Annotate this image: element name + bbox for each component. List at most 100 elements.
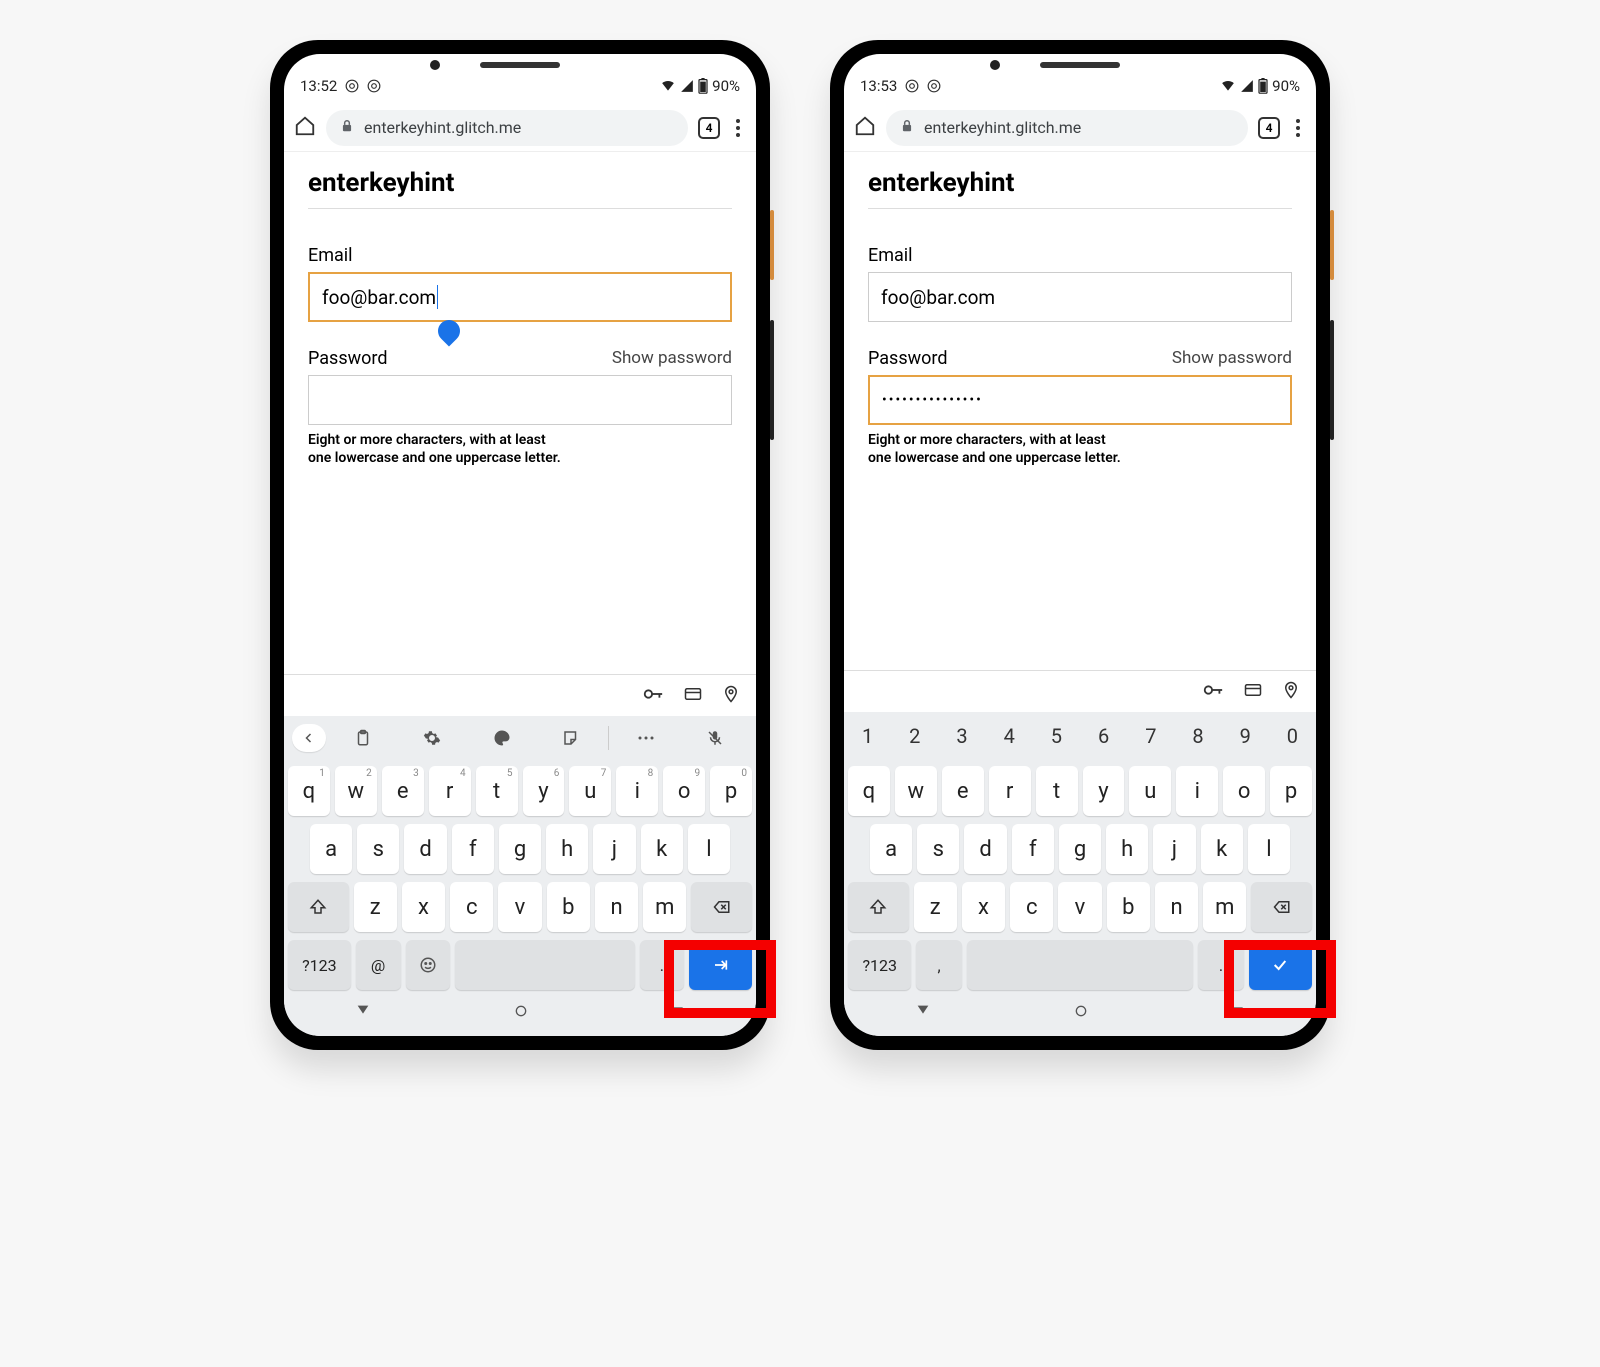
key-u[interactable]: u [1129, 766, 1171, 816]
key-z[interactable]: z [914, 882, 957, 932]
key-y[interactable]: y6 [523, 766, 565, 816]
mic-off-icon[interactable] [683, 729, 749, 747]
key-5[interactable]: 5 [1033, 712, 1080, 760]
key-s[interactable]: s [357, 824, 399, 874]
key-k[interactable]: k [641, 824, 683, 874]
key-d[interactable]: d [964, 824, 1006, 874]
email-field[interactable]: foo@bar.com [308, 272, 732, 322]
credit-card-icon[interactable] [1242, 681, 1264, 703]
key-j[interactable]: j [593, 824, 635, 874]
key-shift[interactable] [288, 882, 349, 932]
key-c[interactable]: c [1010, 882, 1053, 932]
key-period[interactable]: . [640, 940, 685, 990]
key-g[interactable]: g [1059, 824, 1101, 874]
key-m[interactable]: m [643, 882, 686, 932]
nav-back-icon[interactable] [915, 1003, 931, 1023]
key-backspace[interactable] [691, 882, 752, 932]
key-z[interactable]: z [354, 882, 397, 932]
key-w[interactable]: w2 [335, 766, 377, 816]
key-space[interactable] [967, 940, 1194, 990]
key-t[interactable]: t5 [476, 766, 518, 816]
credit-card-icon[interactable] [682, 685, 704, 707]
key-comma[interactable]: , [916, 940, 961, 990]
key-q[interactable]: q1 [288, 766, 330, 816]
location-icon[interactable] [722, 683, 740, 709]
toolbar-back-icon[interactable] [292, 724, 326, 752]
key-p[interactable]: p [1270, 766, 1312, 816]
nav-home-icon[interactable] [1073, 1003, 1089, 1023]
key-8[interactable]: 8 [1174, 712, 1221, 760]
key-6[interactable]: 6 [1080, 712, 1127, 760]
key-1[interactable]: 1 [844, 712, 891, 760]
key-e[interactable]: e [942, 766, 984, 816]
key-c[interactable]: c [450, 882, 493, 932]
key-u[interactable]: u7 [569, 766, 611, 816]
key-m[interactable]: m [1203, 882, 1246, 932]
location-icon[interactable] [1282, 679, 1300, 705]
gear-icon[interactable] [400, 729, 466, 747]
key-enter-done[interactable] [1249, 940, 1312, 990]
nav-home-icon[interactable] [513, 1003, 529, 1023]
key-b[interactable]: b [1107, 882, 1150, 932]
key-n[interactable]: n [595, 882, 638, 932]
key-q[interactable]: q [848, 766, 890, 816]
key-a[interactable]: a [870, 824, 912, 874]
key-e[interactable]: e3 [382, 766, 424, 816]
key-k[interactable]: k [1201, 824, 1243, 874]
key-symbols[interactable]: ?123 [848, 940, 911, 990]
key-enter-next[interactable] [689, 940, 752, 990]
key-at[interactable]: @ [356, 940, 401, 990]
key-space[interactable] [455, 940, 634, 990]
key-i[interactable]: i [1176, 766, 1218, 816]
key-f[interactable]: f [1012, 824, 1054, 874]
key-2[interactable]: 2 [891, 712, 938, 760]
sticker-icon[interactable] [539, 729, 605, 747]
show-password-toggle[interactable]: Show password [612, 348, 732, 369]
key-icon[interactable] [1202, 679, 1224, 705]
tab-switcher[interactable]: 4 [698, 117, 720, 139]
key-3[interactable]: 3 [938, 712, 985, 760]
address-bar[interactable]: enterkeyhint.glitch.me [886, 110, 1248, 146]
key-y[interactable]: y [1083, 766, 1125, 816]
key-f[interactable]: f [452, 824, 494, 874]
key-g[interactable]: g [499, 824, 541, 874]
key-w[interactable]: w [895, 766, 937, 816]
key-7[interactable]: 7 [1127, 712, 1174, 760]
key-h[interactable]: h [1106, 824, 1148, 874]
nav-recents-icon[interactable] [1231, 1004, 1245, 1023]
key-period[interactable]: . [1198, 940, 1243, 990]
home-icon[interactable] [294, 115, 316, 141]
key-d[interactable]: d [404, 824, 446, 874]
palette-icon[interactable] [469, 729, 535, 747]
key-o[interactable]: o [1223, 766, 1265, 816]
key-o[interactable]: o9 [663, 766, 705, 816]
key-r[interactable]: r4 [429, 766, 471, 816]
key-p[interactable]: p0 [710, 766, 752, 816]
key-0[interactable]: 0 [1269, 712, 1316, 760]
key-4[interactable]: 4 [986, 712, 1033, 760]
tab-switcher[interactable]: 4 [1258, 117, 1280, 139]
key-symbols[interactable]: ?123 [288, 940, 351, 990]
key-n[interactable]: n [1155, 882, 1198, 932]
key-s[interactable]: s [917, 824, 959, 874]
key-h[interactable]: h [546, 824, 588, 874]
clipboard-icon[interactable] [330, 729, 396, 747]
key-b[interactable]: b [547, 882, 590, 932]
password-field[interactable]: ••••••••••••••• [868, 375, 1292, 425]
key-r[interactable]: r [989, 766, 1031, 816]
more-icon[interactable] [613, 735, 679, 741]
key-j[interactable]: j [1153, 824, 1195, 874]
home-icon[interactable] [854, 115, 876, 141]
key-a[interactable]: a [310, 824, 352, 874]
key-l[interactable]: l [688, 824, 730, 874]
key-v[interactable]: v [498, 882, 541, 932]
key-v[interactable]: v [1058, 882, 1101, 932]
key-i[interactable]: i8 [616, 766, 658, 816]
key-9[interactable]: 9 [1222, 712, 1269, 760]
key-shift[interactable] [848, 882, 909, 932]
address-bar[interactable]: enterkeyhint.glitch.me [326, 110, 688, 146]
key-l[interactable]: l [1248, 824, 1290, 874]
password-field[interactable] [308, 375, 732, 425]
key-x[interactable]: x [402, 882, 445, 932]
key-t[interactable]: t [1036, 766, 1078, 816]
